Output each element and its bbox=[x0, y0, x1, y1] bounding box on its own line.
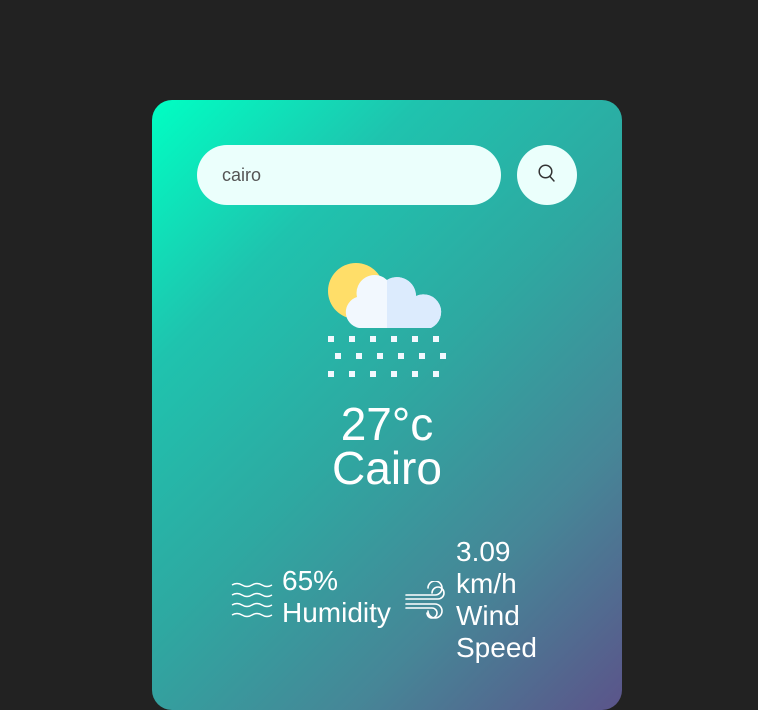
humidity-value: 65% bbox=[282, 565, 339, 596]
wind-label-2: Speed bbox=[456, 632, 537, 663]
humidity-label: Humidity bbox=[282, 597, 391, 628]
humidity-details: 65% Humidity bbox=[282, 565, 391, 629]
wind-value: 3.09 bbox=[456, 536, 511, 567]
search-icon bbox=[538, 164, 555, 182]
search-input[interactable] bbox=[197, 145, 501, 205]
city-name: Cairo bbox=[332, 442, 442, 494]
wind-unit: km/h bbox=[456, 568, 517, 599]
wind-icon bbox=[405, 581, 445, 619]
weather-card: 27°c Cairo 65% Humidity 3.09 km/h Wind S… bbox=[152, 100, 622, 710]
search-button[interactable] bbox=[517, 145, 577, 205]
wind-details: 3.09 km/h Wind Speed bbox=[456, 536, 576, 664]
sun-cloud-snow-icon bbox=[328, 263, 446, 377]
humidity-waves-icon bbox=[231, 582, 273, 618]
wind-label: Wind bbox=[456, 600, 520, 631]
